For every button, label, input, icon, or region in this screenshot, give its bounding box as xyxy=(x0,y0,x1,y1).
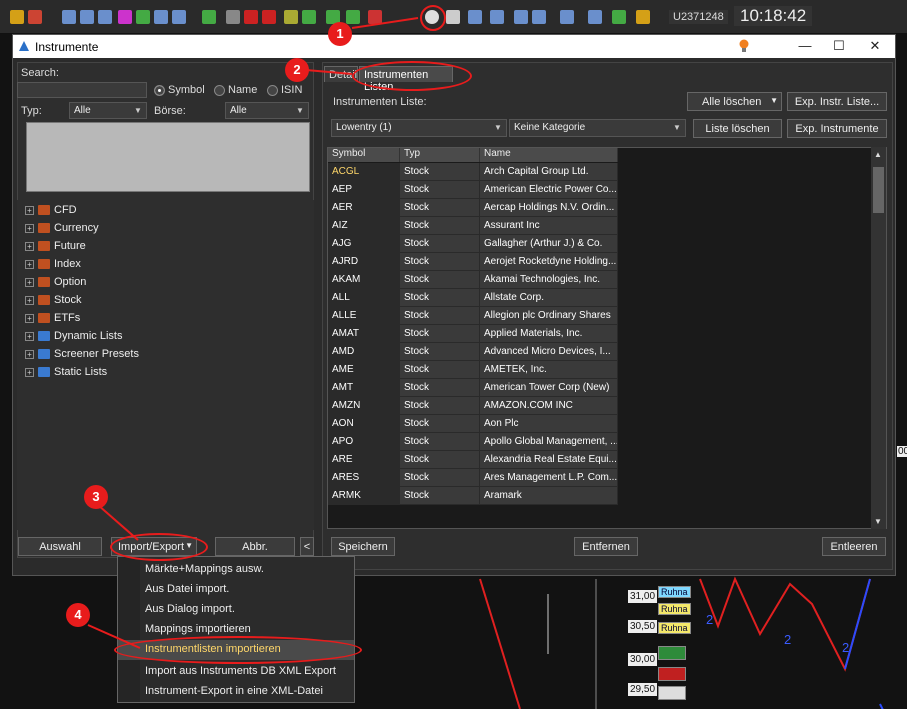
callout-badge-4: 4 xyxy=(66,603,90,627)
callout-badge-1: 1 xyxy=(328,22,352,46)
callout-arrows xyxy=(87,17,419,649)
callout-badge-3: 3 xyxy=(84,485,108,509)
callout-badge-2: 2 xyxy=(285,58,309,82)
